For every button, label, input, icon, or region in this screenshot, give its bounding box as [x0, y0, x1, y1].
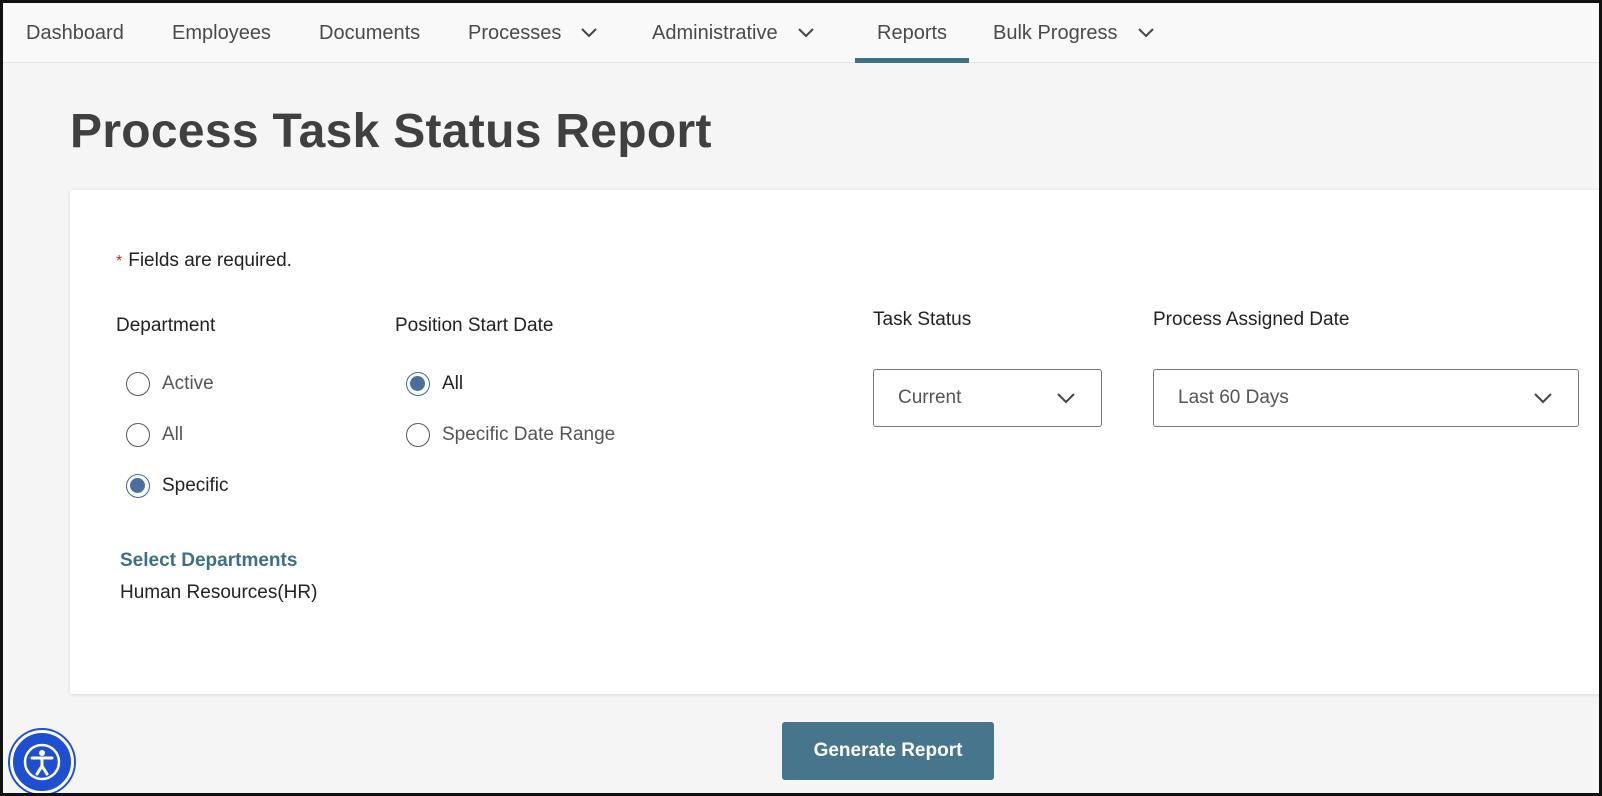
nav-processes-label: Processes — [468, 21, 562, 44]
department-label: Department — [116, 315, 216, 336]
department-option-active-label: Active — [162, 373, 214, 394]
radio-button[interactable] — [126, 372, 150, 396]
chevron-down-icon — [797, 28, 814, 38]
department-option-specific-label: Specific — [162, 475, 229, 496]
position-start-option-all-label: All — [442, 373, 464, 394]
nav-reports[interactable]: Reports — [854, 3, 970, 63]
nav-reports-label: Reports — [877, 21, 948, 44]
position-start-option-all[interactable]: All — [406, 372, 463, 396]
task-status-label: Task Status — [873, 309, 972, 330]
nav-documents-label: Documents — [319, 21, 421, 44]
required-fields-note: * Fields are required. — [116, 250, 292, 272]
radio-button-selected[interactable] — [126, 474, 150, 498]
select-departments-link[interactable]: Select Departments — [120, 550, 297, 572]
generate-report-button[interactable]: Generate Report — [782, 722, 994, 780]
task-status-value: Current — [898, 387, 962, 408]
accessibility-button[interactable] — [10, 730, 74, 794]
process-assigned-date-value: Last 60 Days — [1178, 387, 1289, 408]
radio-button[interactable] — [406, 423, 430, 447]
chevron-down-icon — [1137, 28, 1154, 38]
nav-documents[interactable]: Documents — [319, 3, 420, 63]
nav-employees-label: Employees — [172, 21, 271, 44]
nav-administrative[interactable]: Administrative — [652, 3, 816, 63]
department-option-specific[interactable]: Specific — [126, 474, 229, 498]
accessibility-icon — [23, 743, 61, 781]
radio-button-selected[interactable] — [406, 372, 430, 396]
required-star: * — [116, 253, 123, 270]
selected-department-value: Human Resources(HR) — [120, 582, 318, 603]
position-start-option-range[interactable]: Specific Date Range — [406, 423, 615, 447]
required-note-text: Fields are required. — [128, 250, 292, 271]
page-title: Process Task Status Report — [70, 105, 712, 158]
task-status-select[interactable]: Current — [873, 369, 1102, 427]
position-start-option-range-label: Specific Date Range — [442, 424, 616, 445]
radio-button[interactable] — [126, 423, 150, 447]
process-assigned-date-label: Process Assigned Date — [1153, 309, 1350, 330]
top-navigation: Dashboard Employees Documents Processes … — [3, 3, 1599, 63]
process-assigned-date-select[interactable]: Last 60 Days — [1153, 369, 1579, 427]
department-option-all-label: All — [162, 424, 184, 445]
chevron-down-icon — [1057, 393, 1075, 404]
nav-processes[interactable]: Processes — [468, 3, 599, 63]
chevron-down-icon — [581, 28, 598, 38]
department-option-all[interactable]: All — [126, 423, 183, 447]
nav-bulk-progress[interactable]: Bulk Progress — [993, 3, 1156, 63]
chevron-down-icon — [1534, 393, 1552, 404]
position-start-date-label: Position Start Date — [395, 315, 554, 336]
nav-administrative-label: Administrative — [652, 21, 778, 44]
nav-dashboard[interactable]: Dashboard — [26, 3, 124, 63]
report-form-card: * Fields are required. Department Active … — [70, 190, 1602, 694]
nav-bulk-progress-label: Bulk Progress — [993, 21, 1118, 44]
department-option-active[interactable]: Active — [126, 372, 214, 396]
nav-employees[interactable]: Employees — [172, 3, 271, 63]
nav-dashboard-label: Dashboard — [26, 21, 124, 44]
